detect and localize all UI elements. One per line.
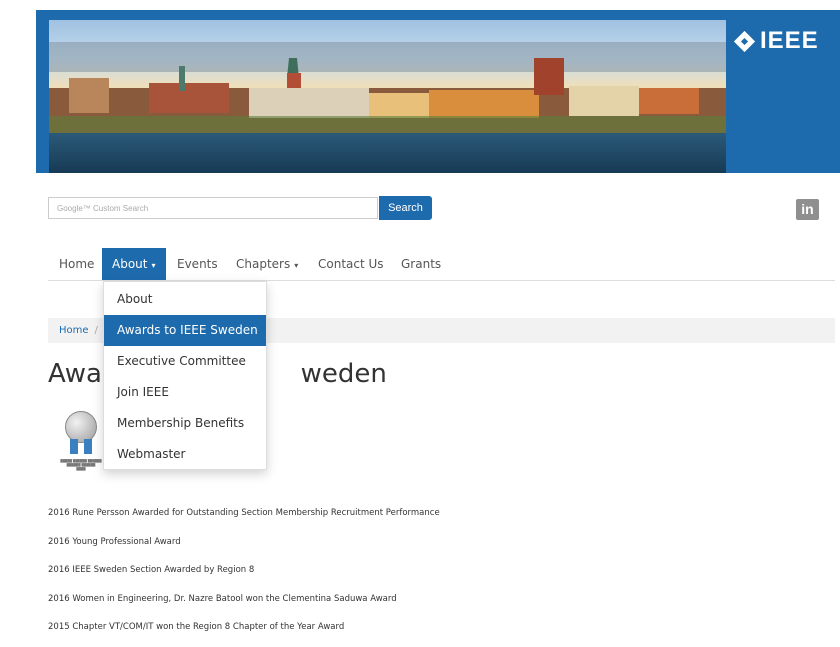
nav-contact-us[interactable]: Contact Us	[318, 248, 384, 280]
search-button[interactable]: Search	[379, 196, 432, 220]
award-badge-image: █████ ██████ ██████ ██████ ██████ ████	[57, 411, 105, 481]
dropdown-item-webmaster[interactable]: Webmaster	[104, 439, 266, 470]
dropdown-item-executive-committee[interactable]: Executive Committee	[104, 346, 266, 377]
nav-events[interactable]: Events	[177, 248, 218, 280]
dropdown-item-membership-benefits[interactable]: Membership Benefits	[104, 408, 266, 439]
linkedin-icon[interactable]: in	[796, 199, 819, 220]
breadcrumb-home[interactable]: Home	[59, 325, 89, 336]
list-item[interactable]: 2016 Women in Engineering, Dr. Nazre Bat…	[48, 590, 440, 619]
caret-down-icon: ▾	[151, 261, 156, 270]
site-header: IEEE	[36, 10, 840, 173]
ieee-logo[interactable]: IEEE	[733, 27, 819, 55]
nav-chapters[interactable]: Chapters ▾	[236, 248, 298, 280]
list-item[interactable]: 2016 Young Professional Award	[48, 533, 440, 562]
dropdown-item-join-ieee[interactable]: Join IEEE	[104, 377, 266, 408]
awards-list: 2016 Rune Persson Awarded for Outstandin…	[48, 504, 440, 647]
list-item[interactable]: 2015 Chapter VT/COM/IT won the Region 8 …	[48, 618, 440, 647]
about-dropdown-menu: About Awards to IEEE Sweden Executive Co…	[103, 281, 267, 470]
list-item[interactable]: 2016 IEEE Sweden Section Awarded by Regi…	[48, 561, 440, 590]
nav-home[interactable]: Home	[59, 248, 94, 280]
caret-down-icon: ▾	[294, 261, 299, 270]
list-item[interactable]: 2016 Rune Persson Awarded for Outstandin…	[48, 504, 440, 533]
dropdown-item-awards[interactable]: Awards to IEEE Sweden	[104, 315, 266, 346]
nav-about[interactable]: About ▾	[102, 248, 166, 280]
city-skyline	[49, 58, 726, 136]
stockholm-banner-image	[49, 20, 726, 173]
nav-grants[interactable]: Grants	[401, 248, 441, 280]
main-nav: Home About ▾ Events Chapters ▾ Contact Us …	[48, 248, 835, 281]
ieee-diamond-icon	[733, 30, 756, 52]
search-input[interactable]: Google™ Custom Search	[48, 197, 378, 219]
dropdown-item-about[interactable]: About	[104, 284, 266, 315]
